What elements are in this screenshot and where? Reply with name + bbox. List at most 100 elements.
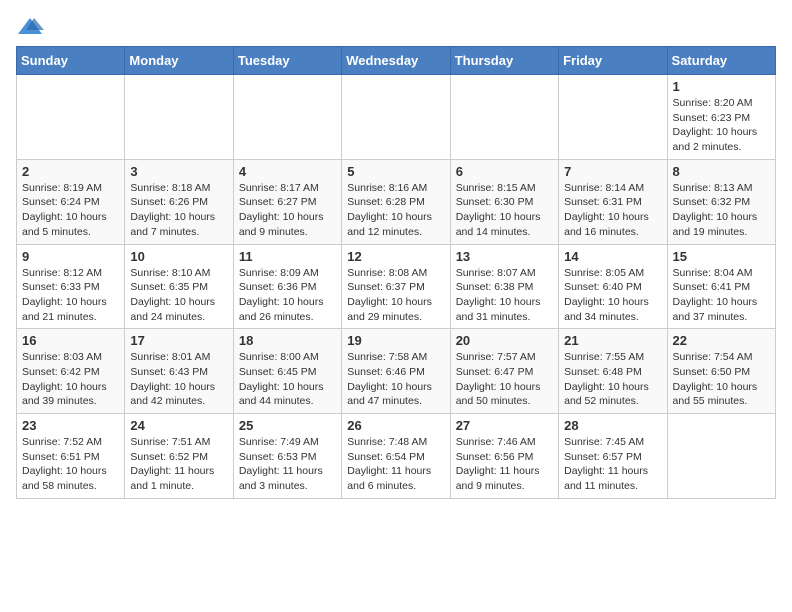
day-info: Sunrise: 8:01 AM Sunset: 6:43 PM Dayligh… [130, 350, 227, 409]
calendar-cell: 16 Sunrise: 8:03 AM Sunset: 6:42 PM Dayli… [17, 329, 125, 414]
weekday-header: Friday [559, 47, 667, 75]
day-number: 17 [130, 333, 227, 348]
day-info: Sunrise: 8:03 AM Sunset: 6:42 PM Dayligh… [22, 350, 119, 409]
calendar-cell: 14 Sunrise: 8:05 AM Sunset: 6:40 PM Dayli… [559, 244, 667, 329]
calendar-week-row: 9 Sunrise: 8:12 AM Sunset: 6:33 PM Daylig… [17, 244, 776, 329]
calendar-cell: 6 Sunrise: 8:15 AM Sunset: 6:30 PM Daylig… [450, 159, 558, 244]
day-info: Sunrise: 7:45 AM Sunset: 6:57 PM Dayligh… [564, 435, 661, 494]
calendar-cell: 8Sunrise: 8:13 AM Sunset: 6:32 PM Daylig… [667, 159, 775, 244]
day-number: 28 [564, 418, 661, 433]
logo-icon [16, 16, 44, 38]
day-number: 24 [130, 418, 227, 433]
day-number: 11 [239, 249, 336, 264]
weekday-header: Wednesday [342, 47, 450, 75]
calendar-cell [17, 75, 125, 160]
calendar-cell [342, 75, 450, 160]
calendar-cell: 5Sunrise: 8:16 AM Sunset: 6:28 PM Daylig… [342, 159, 450, 244]
day-info: Sunrise: 8:19 AM Sunset: 6:24 PM Dayligh… [22, 181, 119, 240]
calendar-cell: 9 Sunrise: 8:12 AM Sunset: 6:33 PM Daylig… [17, 244, 125, 329]
day-number: 18 [239, 333, 336, 348]
calendar-cell [233, 75, 341, 160]
day-info: Sunrise: 8:12 AM Sunset: 6:33 PM Dayligh… [22, 266, 119, 325]
calendar-cell: 13 Sunrise: 8:07 AM Sunset: 6:38 PM Dayli… [450, 244, 558, 329]
day-info: Sunrise: 8:08 AM Sunset: 6:37 PM Dayligh… [347, 266, 444, 325]
day-number: 26 [347, 418, 444, 433]
calendar-header-row: SundayMondayTuesdayWednesdayThursdayFrid… [17, 47, 776, 75]
day-number: 9 [22, 249, 119, 264]
calendar-cell [125, 75, 233, 160]
calendar-cell: 22 Sunrise: 7:54 AM Sunset: 6:50 PM Dayli… [667, 329, 775, 414]
day-info: Sunrise: 8:05 AM Sunset: 6:40 PM Dayligh… [564, 266, 661, 325]
weekday-header: Sunday [17, 47, 125, 75]
calendar-cell: 19 Sunrise: 7:58 AM Sunset: 6:46 PM Dayli… [342, 329, 450, 414]
calendar-cell: 25Sunrise: 7:49 AM Sunset: 6:53 PM Dayli… [233, 414, 341, 499]
calendar-cell: 11 Sunrise: 8:09 AM Sunset: 6:36 PM Dayli… [233, 244, 341, 329]
day-number: 6 [456, 164, 553, 179]
day-number: 13 [456, 249, 553, 264]
calendar-cell [667, 414, 775, 499]
calendar-cell: 28 Sunrise: 7:45 AM Sunset: 6:57 PM Dayli… [559, 414, 667, 499]
day-info: Sunrise: 7:58 AM Sunset: 6:46 PM Dayligh… [347, 350, 444, 409]
calendar-cell: 4 Sunrise: 8:17 AM Sunset: 6:27 PM Daylig… [233, 159, 341, 244]
day-info: Sunrise: 7:55 AM Sunset: 6:48 PM Dayligh… [564, 350, 661, 409]
weekday-header: Saturday [667, 47, 775, 75]
day-number: 21 [564, 333, 661, 348]
calendar-week-row: 16 Sunrise: 8:03 AM Sunset: 6:42 PM Dayli… [17, 329, 776, 414]
calendar-cell: 27 Sunrise: 7:46 AM Sunset: 6:56 PM Dayli… [450, 414, 558, 499]
day-info: Sunrise: 8:04 AM Sunset: 6:41 PM Dayligh… [673, 266, 770, 325]
calendar-week-row: 1Sunrise: 8:20 AM Sunset: 6:23 PM Daylig… [17, 75, 776, 160]
day-number: 7 [564, 164, 661, 179]
calendar-cell: 24 Sunrise: 7:51 AM Sunset: 6:52 PM Dayli… [125, 414, 233, 499]
day-info: Sunrise: 8:16 AM Sunset: 6:28 PM Dayligh… [347, 181, 444, 240]
calendar-cell: 3 Sunrise: 8:18 AM Sunset: 6:26 PM Daylig… [125, 159, 233, 244]
day-info: Sunrise: 8:07 AM Sunset: 6:38 PM Dayligh… [456, 266, 553, 325]
day-info: Sunrise: 7:46 AM Sunset: 6:56 PM Dayligh… [456, 435, 553, 494]
calendar-week-row: 2 Sunrise: 8:19 AM Sunset: 6:24 PM Daylig… [17, 159, 776, 244]
calendar-cell: 1Sunrise: 8:20 AM Sunset: 6:23 PM Daylig… [667, 75, 775, 160]
day-info: Sunrise: 8:18 AM Sunset: 6:26 PM Dayligh… [130, 181, 227, 240]
weekday-header: Monday [125, 47, 233, 75]
calendar-cell: 21 Sunrise: 7:55 AM Sunset: 6:48 PM Dayli… [559, 329, 667, 414]
calendar-cell: 10 Sunrise: 8:10 AM Sunset: 6:35 PM Dayli… [125, 244, 233, 329]
calendar-cell: 2 Sunrise: 8:19 AM Sunset: 6:24 PM Daylig… [17, 159, 125, 244]
day-info: Sunrise: 8:15 AM Sunset: 6:30 PM Dayligh… [456, 181, 553, 240]
calendar-cell: 7 Sunrise: 8:14 AM Sunset: 6:31 PM Daylig… [559, 159, 667, 244]
day-info: Sunrise: 7:51 AM Sunset: 6:52 PM Dayligh… [130, 435, 227, 494]
day-number: 27 [456, 418, 553, 433]
calendar-table: SundayMondayTuesdayWednesdayThursdayFrid… [16, 46, 776, 499]
page-header [16, 16, 776, 38]
calendar-cell [450, 75, 558, 160]
calendar-cell: 18 Sunrise: 8:00 AM Sunset: 6:45 PM Dayli… [233, 329, 341, 414]
day-info: Sunrise: 7:49 AM Sunset: 6:53 PM Dayligh… [239, 435, 336, 494]
day-info: Sunrise: 8:00 AM Sunset: 6:45 PM Dayligh… [239, 350, 336, 409]
day-info: Sunrise: 8:10 AM Sunset: 6:35 PM Dayligh… [130, 266, 227, 325]
calendar-cell: 23 Sunrise: 7:52 AM Sunset: 6:51 PM Dayli… [17, 414, 125, 499]
day-number: 23 [22, 418, 119, 433]
day-number: 12 [347, 249, 444, 264]
calendar-cell: 12 Sunrise: 8:08 AM Sunset: 6:37 PM Dayli… [342, 244, 450, 329]
day-info: Sunrise: 8:13 AM Sunset: 6:32 PM Dayligh… [673, 181, 770, 240]
day-number: 3 [130, 164, 227, 179]
day-number: 4 [239, 164, 336, 179]
day-info: Sunrise: 7:54 AM Sunset: 6:50 PM Dayligh… [673, 350, 770, 409]
calendar-cell: 26 Sunrise: 7:48 AM Sunset: 6:54 PM Dayli… [342, 414, 450, 499]
day-number: 19 [347, 333, 444, 348]
day-number: 22 [673, 333, 770, 348]
day-info: Sunrise: 8:14 AM Sunset: 6:31 PM Dayligh… [564, 181, 661, 240]
logo [16, 16, 48, 38]
weekday-header: Tuesday [233, 47, 341, 75]
day-number: 10 [130, 249, 227, 264]
day-number: 14 [564, 249, 661, 264]
day-info: Sunrise: 7:52 AM Sunset: 6:51 PM Dayligh… [22, 435, 119, 494]
day-number: 16 [22, 333, 119, 348]
day-number: 1 [673, 79, 770, 94]
day-info: Sunrise: 7:57 AM Sunset: 6:47 PM Dayligh… [456, 350, 553, 409]
day-number: 15 [673, 249, 770, 264]
day-number: 2 [22, 164, 119, 179]
day-info: Sunrise: 7:48 AM Sunset: 6:54 PM Dayligh… [347, 435, 444, 494]
calendar-cell [559, 75, 667, 160]
day-info: Sunrise: 8:09 AM Sunset: 6:36 PM Dayligh… [239, 266, 336, 325]
day-info: Sunrise: 8:17 AM Sunset: 6:27 PM Dayligh… [239, 181, 336, 240]
day-number: 20 [456, 333, 553, 348]
calendar-cell: 17 Sunrise: 8:01 AM Sunset: 6:43 PM Dayli… [125, 329, 233, 414]
